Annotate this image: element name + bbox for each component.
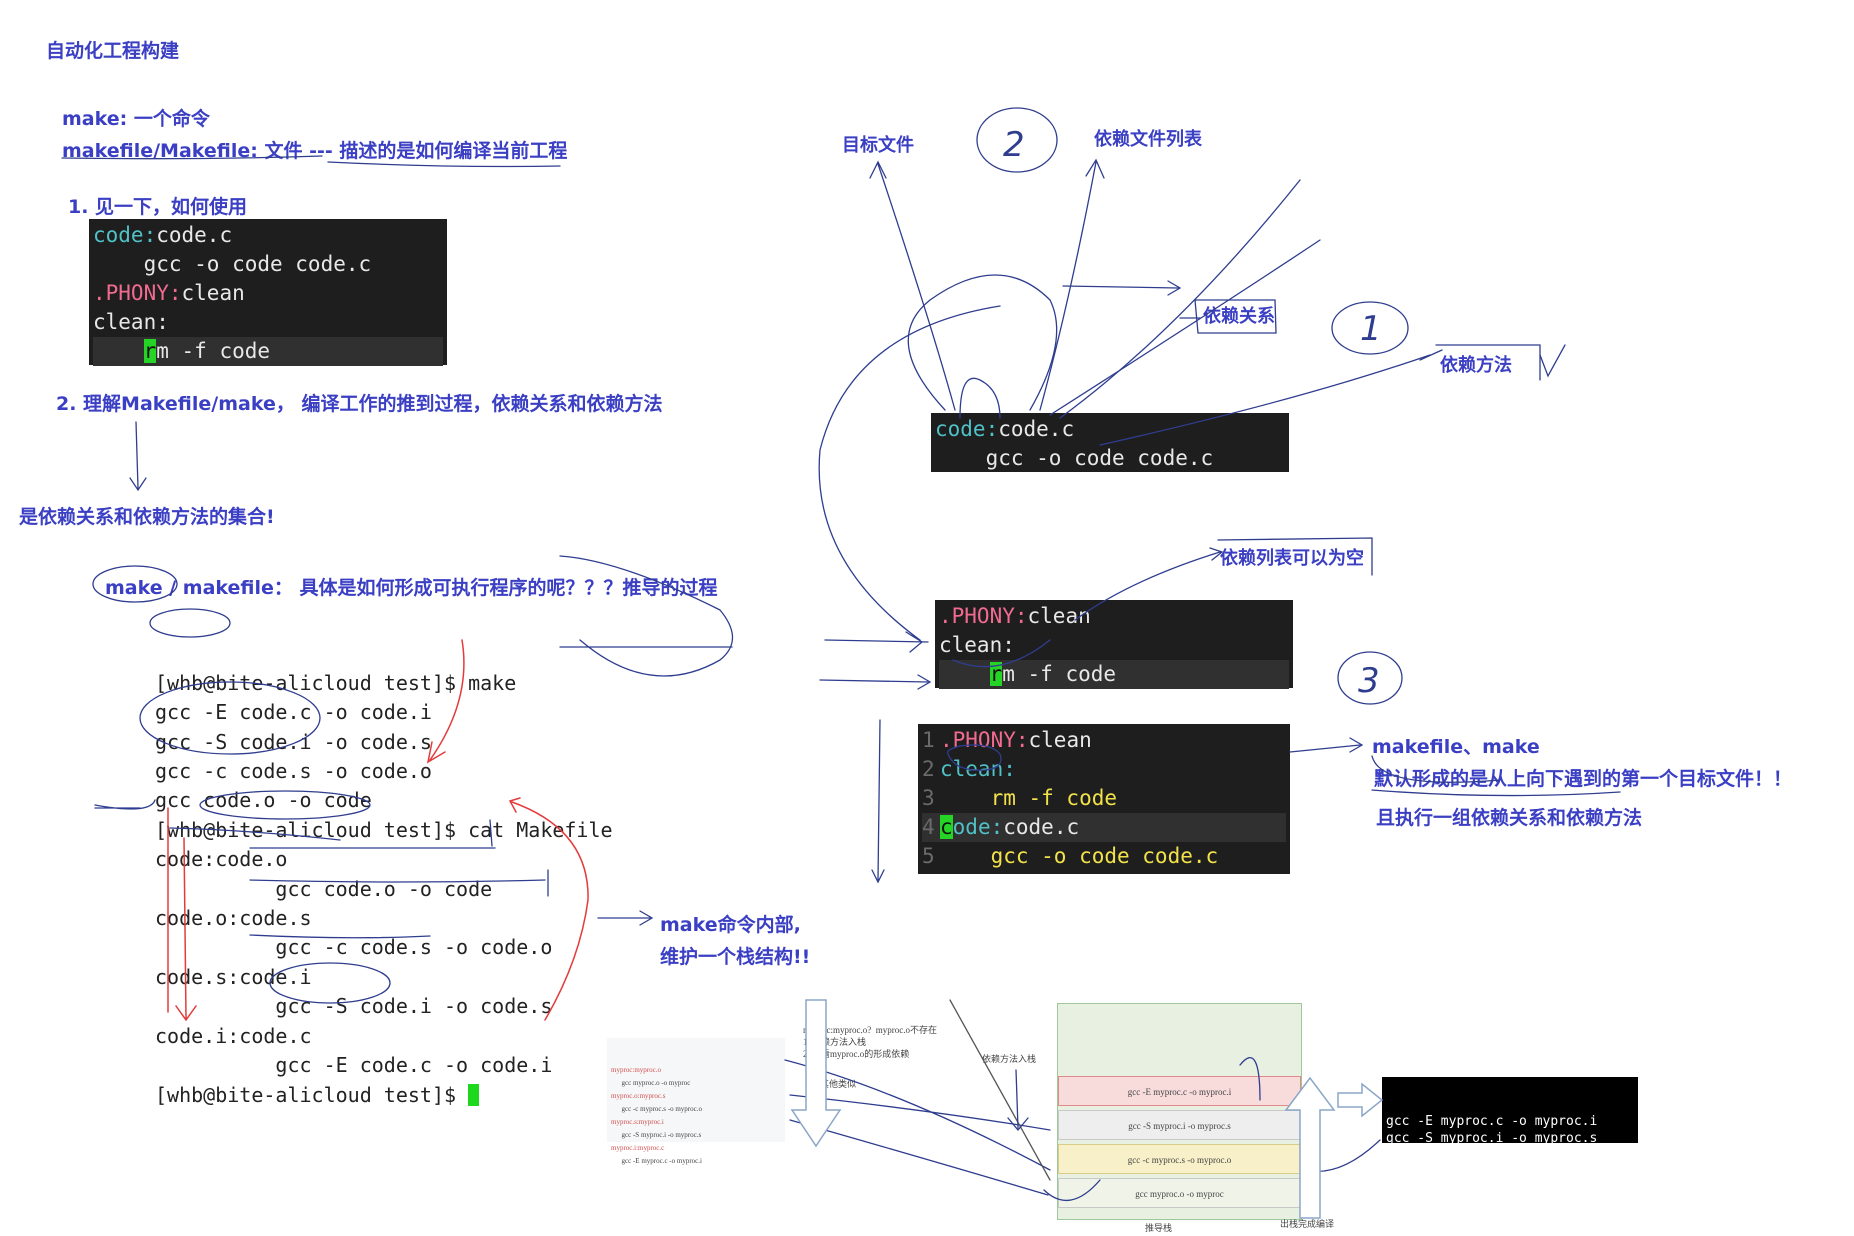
circle-1-label: 1 xyxy=(1360,309,1382,349)
ink-annotations: 2 1 3 xyxy=(61,107,1621,1219)
circle-2-label: 2 xyxy=(1003,125,1025,165)
circle-3-label: 3 xyxy=(1358,661,1380,701)
